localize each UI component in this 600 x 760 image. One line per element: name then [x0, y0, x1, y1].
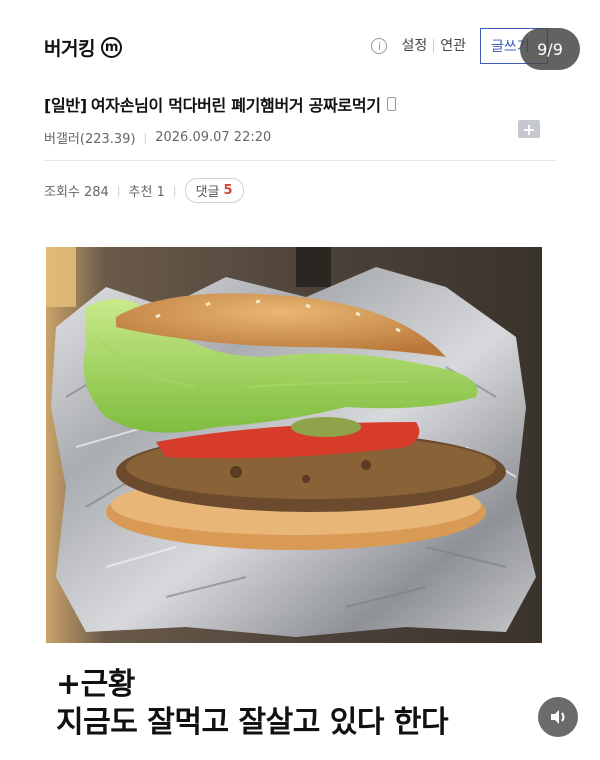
comment-button[interactable]: 댓글 5 [184, 178, 244, 203]
comment-count: 5 [223, 183, 233, 198]
post-author[interactable]: 버갤러(223.39) [44, 128, 136, 147]
view-count: 조회수 284 [44, 185, 109, 200]
meta-divider: | [143, 131, 148, 144]
post-title: [일반] 여자손님이 먹다버린 폐기햄버거 공짜로먹기 [44, 92, 556, 116]
post-title-text: 여자손님이 먹다버린 폐기햄버거 공짜로먹기 [90, 96, 381, 115]
post-caption: +근황 지금도 잘먹고 잘살고 있다 한다 [56, 666, 449, 742]
header: 버거킹 m i 설정 연관 글쓰기 [0, 0, 600, 76]
speaker-icon [551, 710, 565, 724]
stats-divider: | [172, 184, 177, 197]
mobile-icon [386, 97, 396, 111]
post-meta: 버갤러(223.39) | 2026.09.07 22:20 [44, 128, 556, 147]
add-icon[interactable]: + [518, 120, 540, 139]
divider [44, 160, 556, 161]
post-category: [일반] [44, 96, 87, 115]
post-datetime: 2026.09.07 22:20 [155, 130, 272, 145]
page-indicator: 9/9 [520, 28, 580, 70]
settings-link[interactable]: 설정 [395, 39, 433, 53]
burger-photo [46, 247, 542, 643]
caption-line-1: +근황 [56, 667, 135, 702]
gallery-brand[interactable]: 버거킹 m [44, 34, 122, 61]
stats-divider: | [116, 184, 121, 197]
gallery-title: 버거킹 [44, 38, 95, 60]
minor-gallery-badge-icon: m [100, 37, 122, 58]
post-stats: 조회수 284 | 추천 1 | 댓글 5 [44, 178, 244, 203]
post-header: [일반] 여자손님이 먹다버린 폐기햄버거 공짜로먹기 버갤러(223.39) … [44, 92, 556, 147]
info-icon[interactable]: i [371, 38, 388, 54]
related-link[interactable]: 연관 [433, 39, 472, 53]
speaker-button[interactable] [538, 697, 578, 737]
like-count: 추천 1 [128, 185, 165, 200]
caption-line-2: 지금도 잘먹고 잘살고 있다 한다 [56, 705, 449, 740]
comment-label: 댓글 [195, 185, 220, 200]
post-image [46, 247, 542, 643]
